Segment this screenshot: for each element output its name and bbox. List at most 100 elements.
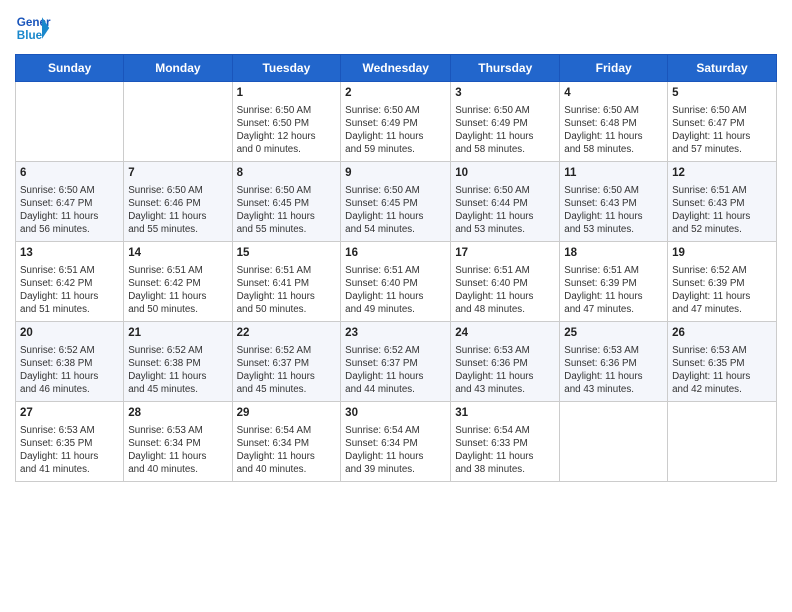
logo-icon: General Blue — [15, 10, 51, 46]
calendar-cell: 14 Sunrise: 6:51 AM Sunset: 6:42 PM Dayli… — [124, 242, 232, 322]
day-info: Sunrise: 6:54 AM Sunset: 6:33 PM Dayligh… — [455, 424, 555, 477]
calendar-cell: 5 Sunrise: 6:50 AM Sunset: 6:47 PM Daylig… — [668, 82, 777, 162]
calendar-cell — [560, 402, 668, 482]
day-number: 11 — [564, 166, 663, 182]
day-info: Sunrise: 6:51 AM Sunset: 6:42 PM Dayligh… — [20, 264, 119, 317]
calendar-cell: 2 Sunrise: 6:50 AM Sunset: 6:49 PM Daylig… — [341, 82, 451, 162]
header: General Blue — [15, 10, 777, 46]
week-row-2: 6 Sunrise: 6:50 AM Sunset: 6:47 PM Daylig… — [16, 162, 777, 242]
day-number: 26 — [672, 326, 772, 342]
day-info: Sunrise: 6:52 AM Sunset: 6:38 PM Dayligh… — [20, 344, 119, 397]
day-number: 9 — [345, 166, 446, 182]
day-info: Sunrise: 6:50 AM Sunset: 6:47 PM Dayligh… — [20, 184, 119, 237]
day-number: 30 — [345, 406, 446, 422]
calendar-cell: 10 Sunrise: 6:50 AM Sunset: 6:44 PM Dayli… — [451, 162, 560, 242]
calendar-cell: 13 Sunrise: 6:51 AM Sunset: 6:42 PM Dayli… — [16, 242, 124, 322]
weekday-header-saturday: Saturday — [668, 55, 777, 82]
calendar-cell: 3 Sunrise: 6:50 AM Sunset: 6:49 PM Daylig… — [451, 82, 560, 162]
calendar-cell: 18 Sunrise: 6:51 AM Sunset: 6:39 PM Dayli… — [560, 242, 668, 322]
calendar-cell: 23 Sunrise: 6:52 AM Sunset: 6:37 PM Dayli… — [341, 322, 451, 402]
calendar-cell: 29 Sunrise: 6:54 AM Sunset: 6:34 PM Dayli… — [232, 402, 341, 482]
day-number: 13 — [20, 246, 119, 262]
logo: General Blue — [15, 10, 51, 46]
calendar-cell: 19 Sunrise: 6:52 AM Sunset: 6:39 PM Dayli… — [668, 242, 777, 322]
day-info: Sunrise: 6:50 AM Sunset: 6:46 PM Dayligh… — [128, 184, 227, 237]
day-number: 22 — [237, 326, 337, 342]
calendar-cell: 11 Sunrise: 6:50 AM Sunset: 6:43 PM Dayli… — [560, 162, 668, 242]
day-number: 14 — [128, 246, 227, 262]
weekday-header-sunday: Sunday — [16, 55, 124, 82]
weekday-header-friday: Friday — [560, 55, 668, 82]
calendar-cell: 24Sunrise: 6:53 AM Sunset: 6:36 PM Dayli… — [451, 322, 560, 402]
day-info: Sunrise: 6:51 AM Sunset: 6:39 PM Dayligh… — [564, 264, 663, 317]
day-number: 23 — [345, 326, 446, 342]
day-info: Sunrise: 6:52 AM Sunset: 6:39 PM Dayligh… — [672, 264, 772, 317]
day-info: Sunrise: 6:54 AM Sunset: 6:34 PM Dayligh… — [345, 424, 446, 477]
day-number: 4 — [564, 86, 663, 102]
calendar-cell: 28 Sunrise: 6:53 AM Sunset: 6:34 PM Dayli… — [124, 402, 232, 482]
week-row-1: 1 Sunrise: 6:50 AM Sunset: 6:50 PM Daylig… — [16, 82, 777, 162]
calendar-cell: 30 Sunrise: 6:54 AM Sunset: 6:34 PM Dayli… — [341, 402, 451, 482]
calendar-cell — [124, 82, 232, 162]
day-number: 15 — [237, 246, 337, 262]
day-info: Sunrise: 6:53 AM Sunset: 6:36 PM Dayligh… — [564, 344, 663, 397]
day-info: Sunrise: 6:52 AM Sunset: 6:37 PM Dayligh… — [237, 344, 337, 397]
day-info: Sunrise: 6:50 AM Sunset: 6:49 PM Dayligh… — [345, 104, 446, 157]
day-info: Sunrise: 6:51 AM Sunset: 6:42 PM Dayligh… — [128, 264, 227, 317]
day-info: Sunrise: 6:53 AM Sunset: 6:35 PM Dayligh… — [20, 424, 119, 477]
calendar-cell: 9 Sunrise: 6:50 AM Sunset: 6:45 PM Daylig… — [341, 162, 451, 242]
calendar-page: General Blue SundayMondayTuesdayWednesda… — [0, 0, 792, 612]
day-number: 25 — [564, 326, 663, 342]
day-info: Sunrise: 6:50 AM Sunset: 6:47 PM Dayligh… — [672, 104, 772, 157]
day-info: Sunrise: 6:50 AM Sunset: 6:50 PM Dayligh… — [237, 104, 337, 157]
calendar-cell: 4Sunrise: 6:50 AM Sunset: 6:48 PM Daylig… — [560, 82, 668, 162]
day-info: Sunrise: 6:50 AM Sunset: 6:45 PM Dayligh… — [237, 184, 337, 237]
calendar-cell: 22 Sunrise: 6:52 AM Sunset: 6:37 PM Dayli… — [232, 322, 341, 402]
day-info: Sunrise: 6:50 AM Sunset: 6:43 PM Dayligh… — [564, 184, 663, 237]
day-number: 16 — [345, 246, 446, 262]
calendar-cell: 6 Sunrise: 6:50 AM Sunset: 6:47 PM Daylig… — [16, 162, 124, 242]
calendar-cell: 26 Sunrise: 6:53 AM Sunset: 6:35 PM Dayli… — [668, 322, 777, 402]
calendar-cell: 12Sunrise: 6:51 AM Sunset: 6:43 PM Dayli… — [668, 162, 777, 242]
calendar-cell: 1 Sunrise: 6:50 AM Sunset: 6:50 PM Daylig… — [232, 82, 341, 162]
day-info: Sunrise: 6:50 AM Sunset: 6:44 PM Dayligh… — [455, 184, 555, 237]
day-number: 18 — [564, 246, 663, 262]
day-info: Sunrise: 6:51 AM Sunset: 6:41 PM Dayligh… — [237, 264, 337, 317]
day-info: Sunrise: 6:52 AM Sunset: 6:37 PM Dayligh… — [345, 344, 446, 397]
day-number: 1 — [237, 86, 337, 102]
day-info: Sunrise: 6:51 AM Sunset: 6:40 PM Dayligh… — [345, 264, 446, 317]
week-row-5: 27Sunrise: 6:53 AM Sunset: 6:35 PM Dayli… — [16, 402, 777, 482]
day-number: 12 — [672, 166, 772, 182]
calendar-table: SundayMondayTuesdayWednesdayThursdayFrid… — [15, 54, 777, 482]
day-number: 31 — [455, 406, 555, 422]
weekday-header-monday: Monday — [124, 55, 232, 82]
weekday-header-thursday: Thursday — [451, 55, 560, 82]
weekday-header-wednesday: Wednesday — [341, 55, 451, 82]
calendar-cell: 25 Sunrise: 6:53 AM Sunset: 6:36 PM Dayli… — [560, 322, 668, 402]
day-number: 10 — [455, 166, 555, 182]
calendar-cell: 15 Sunrise: 6:51 AM Sunset: 6:41 PM Dayli… — [232, 242, 341, 322]
day-number: 24 — [455, 326, 555, 342]
day-info: Sunrise: 6:50 AM Sunset: 6:49 PM Dayligh… — [455, 104, 555, 157]
day-number: 2 — [345, 86, 446, 102]
day-info: Sunrise: 6:53 AM Sunset: 6:34 PM Dayligh… — [128, 424, 227, 477]
day-number: 21 — [128, 326, 227, 342]
day-number: 6 — [20, 166, 119, 182]
day-info: Sunrise: 6:53 AM Sunset: 6:35 PM Dayligh… — [672, 344, 772, 397]
day-info: Sunrise: 6:54 AM Sunset: 6:34 PM Dayligh… — [237, 424, 337, 477]
day-number: 19 — [672, 246, 772, 262]
calendar-cell: 27Sunrise: 6:53 AM Sunset: 6:35 PM Dayli… — [16, 402, 124, 482]
calendar-cell — [668, 402, 777, 482]
day-number: 29 — [237, 406, 337, 422]
calendar-cell: 20Sunrise: 6:52 AM Sunset: 6:38 PM Dayli… — [16, 322, 124, 402]
weekday-header-row: SundayMondayTuesdayWednesdayThursdayFrid… — [16, 55, 777, 82]
day-info: Sunrise: 6:50 AM Sunset: 6:45 PM Dayligh… — [345, 184, 446, 237]
day-number: 5 — [672, 86, 772, 102]
week-row-3: 13 Sunrise: 6:51 AM Sunset: 6:42 PM Dayli… — [16, 242, 777, 322]
calendar-cell: 21Sunrise: 6:52 AM Sunset: 6:38 PM Dayli… — [124, 322, 232, 402]
calendar-cell: 17Sunrise: 6:51 AM Sunset: 6:40 PM Dayli… — [451, 242, 560, 322]
weekday-header-tuesday: Tuesday — [232, 55, 341, 82]
day-number: 3 — [455, 86, 555, 102]
day-number: 7 — [128, 166, 227, 182]
day-number: 28 — [128, 406, 227, 422]
